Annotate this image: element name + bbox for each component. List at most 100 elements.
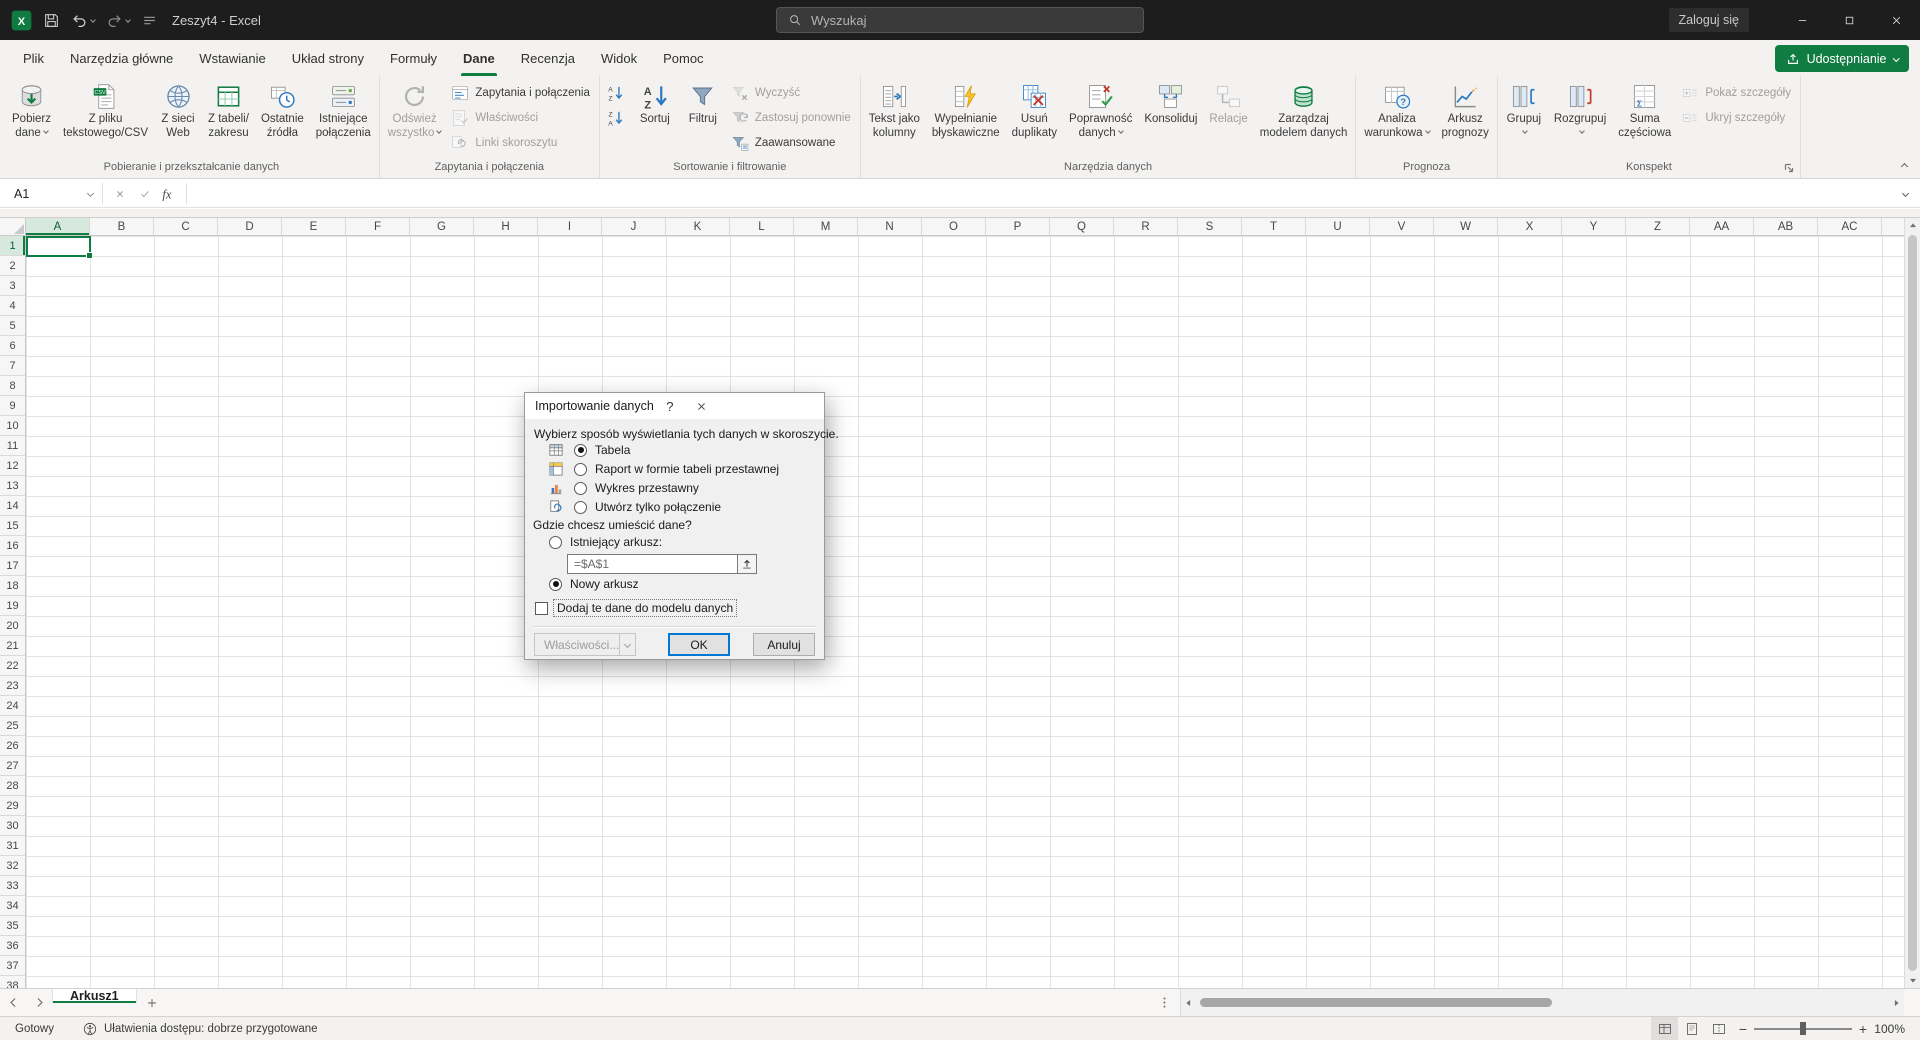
row-header-34[interactable]: 34	[0, 896, 25, 916]
column-header-Q[interactable]: Q	[1050, 218, 1114, 235]
ribbon-arkusz-prognozy[interactable]: Arkuszprognozy	[1436, 79, 1495, 140]
horizontal-scroll-thumb[interactable]	[1200, 998, 1552, 1007]
row-header-23[interactable]: 23	[0, 676, 25, 696]
data-model-checkbox[interactable]	[535, 602, 548, 615]
row-header-13[interactable]: 13	[0, 476, 25, 496]
radio-tylko-polaczenie[interactable]	[574, 501, 587, 514]
tab-widok[interactable]: Widok	[588, 40, 650, 76]
column-header-H[interactable]: H	[474, 218, 538, 235]
tab-plik[interactable]: Plik	[10, 40, 57, 76]
radio-nowy-arkusz[interactable]	[549, 578, 562, 591]
view-normal-button[interactable]	[1651, 1017, 1678, 1040]
row-header-12[interactable]: 12	[0, 456, 25, 476]
column-header-AC[interactable]: AC	[1818, 218, 1882, 235]
ribbon-usun-duplikaty[interactable]: Usuńduplikaty	[1006, 79, 1063, 140]
column-header-N[interactable]: N	[858, 218, 922, 235]
sheet-tab-arkusz1[interactable]: Arkusz1	[52, 989, 137, 1003]
row-header-5[interactable]: 5	[0, 316, 25, 336]
row-header-24[interactable]: 24	[0, 696, 25, 716]
row-header-18[interactable]: 18	[0, 576, 25, 596]
scroll-up-button[interactable]	[1905, 218, 1920, 234]
column-header-V[interactable]: V	[1370, 218, 1434, 235]
row-header-6[interactable]: 6	[0, 336, 25, 356]
ribbon-zarzadzaj-modelem-danych[interactable]: Zarządzajmodelem danych	[1254, 79, 1354, 140]
column-header-O[interactable]: O	[922, 218, 986, 235]
ribbon-z-tabeli-zakresu[interactable]: Z tabeli/zakresu	[202, 79, 255, 140]
row-header-9[interactable]: 9	[0, 396, 25, 416]
column-header-X[interactable]: X	[1498, 218, 1562, 235]
ribbon-filtruj[interactable]: Filtruj	[679, 79, 727, 127]
ribbon-konsoliduj[interactable]: Konsoliduj	[1138, 79, 1203, 127]
row-header-33[interactable]: 33	[0, 876, 25, 896]
column-header-E[interactable]: E	[282, 218, 346, 235]
ribbon-sortuj[interactable]: AZSortuj	[631, 79, 679, 127]
formula-input[interactable]	[187, 180, 1890, 207]
column-header-J[interactable]: J	[602, 218, 666, 235]
tab-narzedzia-glowne[interactable]: Narzędzia główne	[57, 40, 186, 76]
row-header-28[interactable]: 28	[0, 776, 25, 796]
insert-function-button[interactable]: fx	[158, 183, 181, 205]
column-header-B[interactable]: B	[90, 218, 154, 235]
vertical-scroll-thumb[interactable]	[1908, 235, 1917, 971]
search-box[interactable]: Wyszukaj	[776, 7, 1144, 33]
vertical-scrollbar[interactable]	[1904, 218, 1920, 988]
share-button[interactable]: Udostępnianie	[1775, 45, 1909, 72]
accessibility-status[interactable]: Ułatwienia dostępu: dobrze przygotowane	[83, 1022, 318, 1036]
minimize-button[interactable]	[1779, 0, 1826, 40]
option-tabela[interactable]: Tabela	[548, 442, 779, 458]
tab-wstawianie[interactable]: Wstawianie	[186, 40, 278, 76]
undo-button[interactable]	[71, 12, 95, 29]
row-header-1[interactable]: 1	[0, 236, 25, 256]
dialog-launcher-icon[interactable]	[1782, 161, 1796, 175]
save-button[interactable]	[43, 12, 60, 29]
zoom-in-button[interactable]: +	[1852, 1021, 1874, 1037]
column-header-AB[interactable]: AB	[1754, 218, 1818, 235]
sheet-nav-left-button[interactable]	[0, 989, 26, 1016]
row-header-37[interactable]: 37	[0, 956, 25, 976]
sheet-nav-right-button[interactable]	[26, 989, 52, 1016]
column-header-R[interactable]: R	[1114, 218, 1178, 235]
radio-istniejacy-arkusz[interactable]	[549, 536, 562, 549]
column-header-G[interactable]: G	[410, 218, 474, 235]
ribbon-sortuj-od-a-do-z[interactable]: AZ	[602, 80, 631, 105]
row-header-14[interactable]: 14	[0, 496, 25, 516]
row-header-4[interactable]: 4	[0, 296, 25, 316]
radio-tabela[interactable]	[574, 444, 587, 457]
ribbon-poprawnosc-danych[interactable]: Poprawnośćdanych	[1063, 79, 1138, 140]
expand-formula-bar-button[interactable]	[1890, 180, 1920, 207]
row-header-31[interactable]: 31	[0, 836, 25, 856]
column-header-D[interactable]: D	[218, 218, 282, 235]
ribbon-sortuj-od-z-do-a[interactable]: ZA	[602, 105, 631, 130]
row-header-21[interactable]: 21	[0, 636, 25, 656]
column-header-S[interactable]: S	[1178, 218, 1242, 235]
column-header-Y[interactable]: Y	[1562, 218, 1626, 235]
row-header-7[interactable]: 7	[0, 356, 25, 376]
row-header-16[interactable]: 16	[0, 536, 25, 556]
zoom-out-button[interactable]: −	[1732, 1021, 1754, 1037]
ribbon-suma-czesciowa[interactable]: ΣSumaczęściowa	[1612, 79, 1677, 140]
ribbon-z-pliku-tekstowego-csv[interactable]: CSVZ plikutekstowego/CSV	[57, 79, 154, 140]
row-header-29[interactable]: 29	[0, 796, 25, 816]
option-nowy-arkusz[interactable]: Nowy arkusz	[549, 576, 639, 592]
row-header-30[interactable]: 30	[0, 816, 25, 836]
add-sheet-button[interactable]	[137, 989, 167, 1016]
column-header-M[interactable]: M	[794, 218, 858, 235]
ribbon-grupuj[interactable]: Grupuj	[1500, 79, 1548, 140]
excel-logo-icon[interactable]: X	[11, 10, 32, 31]
row-header-35[interactable]: 35	[0, 916, 25, 936]
row-header-27[interactable]: 27	[0, 756, 25, 776]
option-tylko-polaczenie[interactable]: Utwórz tylko połączenie	[548, 499, 779, 515]
dialog-close-button[interactable]	[686, 393, 718, 419]
tab-uklad-strony[interactable]: Układ strony	[279, 40, 377, 76]
column-header-K[interactable]: K	[666, 218, 730, 235]
tab-dane[interactable]: Dane	[450, 40, 508, 76]
row-header-26[interactable]: 26	[0, 736, 25, 756]
column-header-A[interactable]: A	[26, 218, 90, 235]
column-header-W[interactable]: W	[1434, 218, 1498, 235]
column-header-I[interactable]: I	[538, 218, 602, 235]
sheet-grid[interactable]	[26, 236, 1904, 988]
sheet-tabs-menu-button[interactable]	[1152, 989, 1176, 1016]
maximize-button[interactable]	[1826, 0, 1873, 40]
radio-wykres-przestawny[interactable]	[574, 482, 587, 495]
zoom-slider[interactable]	[1754, 1017, 1852, 1040]
